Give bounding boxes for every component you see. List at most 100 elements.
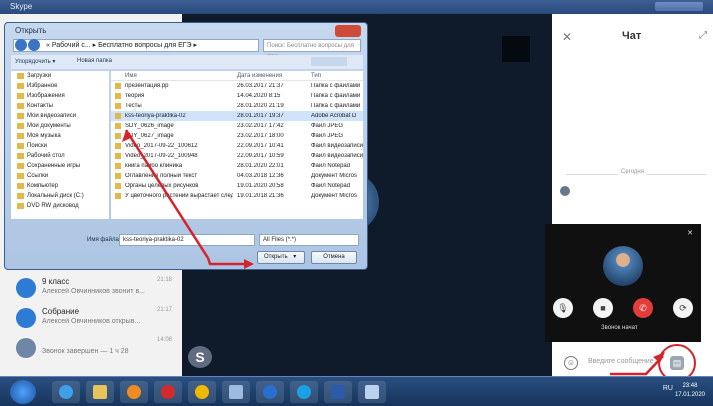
- cancel-button[interactable]: Отмена: [311, 251, 357, 264]
- conversation-item[interactable]: 9 класс Алексей Овчинников звонит в... 2…: [16, 276, 176, 304]
- nav-item[interactable]: Компьютер: [11, 181, 109, 191]
- close-icon[interactable]: [335, 25, 361, 37]
- file-list-header: Имя Дата изменения Тип: [111, 71, 363, 81]
- file-date: 14.04.2020 8:15: [237, 93, 281, 99]
- taskbar-app-skype[interactable]: [290, 381, 318, 403]
- opera-icon: [161, 385, 175, 399]
- message-input[interactable]: Введите сообщение: [588, 358, 654, 365]
- nav-item[interactable]: Мои видеозаписи: [11, 111, 109, 121]
- column-date[interactable]: Дата изменения: [237, 73, 282, 79]
- video-camera-icon[interactable]: ■: [593, 298, 613, 318]
- new-folder-button[interactable]: Новая папка: [77, 58, 112, 64]
- column-name[interactable]: Имя: [125, 73, 137, 79]
- expand-icon[interactable]: ⤢: [699, 30, 707, 41]
- folder-icon: [17, 183, 24, 189]
- language-indicator[interactable]: RU: [663, 385, 673, 392]
- close-icon[interactable]: ✕: [562, 30, 572, 44]
- filename-field[interactable]: kss-teoriya-praktika-02: [119, 234, 255, 246]
- nav-item[interactable]: Контакты: [11, 101, 109, 111]
- chrome-icon: [195, 385, 209, 399]
- file-type-select[interactable]: All Files (*.*): [259, 234, 359, 246]
- file-row[interactable]: Тесты 28.01.2020 21:19 Папка с файлами: [111, 101, 363, 111]
- nav-item[interactable]: Моя музыка: [11, 131, 109, 141]
- organize-button[interactable]: Упорядочить ▾: [15, 58, 55, 65]
- file-name: Тесты: [125, 103, 142, 109]
- file-row[interactable]: Video_2017-09-22_100612 22.09.2017 10:41 Ф…: [111, 141, 363, 151]
- view-options-icon[interactable]: [311, 57, 347, 66]
- column-type[interactable]: Тип: [311, 73, 321, 79]
- nav-item[interactable]: Ссылки: [11, 171, 109, 181]
- file-type: Файл Notepad: [311, 183, 351, 189]
- file-type: Файл JPEG: [311, 123, 344, 129]
- file-type: Файл видеозаписи: [311, 143, 363, 149]
- file-row[interactable]: Video_2017-09-22_100948 22.09.2017 10:59 Ф…: [111, 151, 363, 161]
- avatar: [16, 308, 36, 328]
- chevron-down-icon[interactable]: ▾: [293, 252, 299, 263]
- search-input[interactable]: Поиск: Бесплатно вопросы для ЕГЭ: [263, 39, 361, 61]
- nav-item[interactable]: Избранное: [11, 81, 109, 91]
- taskbar-app-chrome[interactable]: [188, 381, 216, 403]
- microphone-icon[interactable]: 🎙: [553, 298, 573, 318]
- file-type: Файл JPEG: [311, 133, 344, 139]
- file-date: 23.02.2017 17:42: [237, 123, 284, 129]
- file-row[interactable]: SDY_0626_image 23.02.2017 17:42 Файл JPEG: [111, 121, 363, 131]
- window-controls[interactable]: [655, 2, 703, 11]
- conversation-time: 21:18: [156, 277, 172, 283]
- file-type: Документ Micros: [311, 173, 357, 179]
- folder-icon: [17, 73, 24, 79]
- video-thumbnail: [502, 36, 530, 62]
- file-name: презентация.pp: [125, 83, 169, 89]
- clock-time: 23:48: [682, 383, 698, 389]
- file-row[interactable]: теория 14.04.2020 8:15 Папка с файлами: [111, 91, 363, 101]
- nav-item[interactable]: Поиски: [11, 141, 109, 151]
- screen-share-icon[interactable]: ⟳: [673, 298, 693, 318]
- dialog-title: Открыть: [15, 26, 47, 35]
- forward-icon[interactable]: [28, 39, 40, 51]
- file-date: 22.09.2017 10:41: [237, 143, 284, 149]
- nav-item[interactable]: Сохраненные игры: [11, 161, 109, 171]
- file-row[interactable]: книга пайбо клиника 28.01.2020 22:01 Файл …: [111, 161, 363, 171]
- taskbar-app-ie[interactable]: [52, 381, 80, 403]
- chat-title: Чат: [622, 30, 642, 42]
- file-row[interactable]: SDY_0627_image 23.02.2017 18:00 Файл JPEG: [111, 131, 363, 141]
- nav-item[interactable]: DVD RW дисковод: [11, 201, 109, 211]
- file-row[interactable]: презентация.pp 26.03.2017 21:37 Папка с фа…: [111, 81, 363, 91]
- address-bar[interactable]: « Рабочий с... ▸ Бесплатно вопросы для Е…: [13, 39, 259, 52]
- file-type: Файл видеозаписи: [311, 153, 363, 159]
- taskbar-app-files[interactable]: [222, 381, 250, 403]
- file-name: Video_2017-09-22_100612: [125, 143, 198, 149]
- nav-item[interactable]: Локальный диск (C:): [11, 191, 109, 201]
- file-row[interactable]: kss-teoriya-praktika-02 28.01.2017 19:37 A…: [111, 111, 363, 121]
- conversation-item[interactable]: Собрание Алексей Овчинников открыв... 21…: [16, 306, 176, 334]
- taskbar-app-media[interactable]: [120, 381, 148, 403]
- emoji-icon[interactable]: ☺: [564, 356, 578, 370]
- conversation-item[interactable]: Звонок завершен — 1 ч 28 14:08: [16, 336, 176, 364]
- file-type: Файл Notepad: [311, 163, 351, 169]
- nav-item-label: Рабочий стол: [27, 153, 65, 159]
- conversation-time: 21:17: [156, 307, 172, 313]
- nav-item[interactable]: Рабочий стол: [11, 151, 109, 161]
- taskbar-app-opera[interactable]: [154, 381, 182, 403]
- file-date: 28.01.2017 19:37: [237, 113, 284, 119]
- close-icon[interactable]: ✕: [687, 229, 693, 237]
- taskbar-app-explorer[interactable]: [86, 381, 114, 403]
- open-button-label: Открыть: [264, 254, 288, 260]
- back-icon[interactable]: [15, 39, 27, 51]
- taskbar-app-word[interactable]: [324, 381, 352, 403]
- end-call-icon[interactable]: ✆: [633, 298, 653, 318]
- nav-item[interactable]: Мои документы: [11, 121, 109, 131]
- file-row[interactable]: Органы целевых рисунков 19.01.2020 20:58 Ф…: [111, 181, 363, 191]
- nav-item[interactable]: Изображения: [11, 91, 109, 101]
- start-button[interactable]: [10, 380, 36, 404]
- folder-icon: [17, 203, 24, 209]
- nav-item[interactable]: Загрузки: [11, 71, 109, 81]
- clock[interactable]: 23:48 17.01.2020: [675, 382, 705, 400]
- taskbar-app-viewer[interactable]: [358, 381, 386, 403]
- nav-item-label: DVD RW дисковод: [27, 203, 79, 209]
- open-button[interactable]: Открыть ▾: [257, 251, 305, 264]
- file-row[interactable]: Оглавление полный текст 04.03.2018 12:36 Д…: [111, 171, 363, 181]
- file-row[interactable]: У цветочного растений вырастает след... 1…: [111, 191, 363, 201]
- taskbar-app-google[interactable]: [256, 381, 284, 403]
- back-forward-buttons[interactable]: [15, 39, 43, 51]
- file-date: 19.01.2020 20:58: [237, 183, 284, 189]
